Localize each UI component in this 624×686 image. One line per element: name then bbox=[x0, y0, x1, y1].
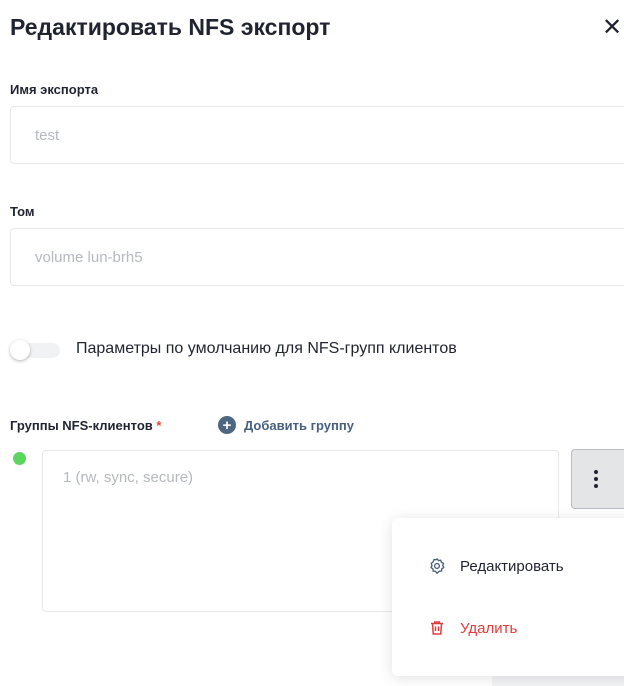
add-group-label: Добавить группу bbox=[244, 417, 354, 433]
menu-item-edit-label: Редактировать bbox=[460, 557, 564, 575]
toggle-knob bbox=[10, 340, 30, 360]
close-icon[interactable]: ✕ bbox=[600, 14, 624, 41]
menu-item-delete[interactable]: Удалить bbox=[428, 616, 517, 640]
volume-label: Том bbox=[10, 204, 35, 219]
export-name-field[interactable]: test bbox=[10, 106, 624, 164]
trash-icon bbox=[431, 621, 443, 635]
group-context-menu bbox=[392, 518, 624, 676]
gear-icon bbox=[430, 557, 445, 575]
kebab-icon bbox=[594, 470, 598, 488]
volume-field[interactable]: volume lun-brh5 bbox=[10, 228, 624, 286]
defaults-toggle-label: Параметры по умолчанию для NFS-групп кли… bbox=[76, 340, 457, 357]
group-status-dot bbox=[13, 452, 26, 465]
client-groups-label: Группы NFS-клиентов * bbox=[10, 418, 161, 433]
group-actions-button[interactable] bbox=[571, 449, 624, 509]
client-groups-label-text: Группы NFS-клиентов bbox=[10, 418, 153, 433]
plus-circle-icon: + bbox=[218, 416, 236, 434]
menu-item-edit[interactable]: Редактировать bbox=[428, 554, 564, 578]
menu-item-delete-label: Удалить bbox=[460, 619, 518, 637]
defaults-toggle[interactable] bbox=[10, 340, 60, 360]
add-group-button[interactable]: + Добавить группу bbox=[218, 414, 354, 436]
required-mark: * bbox=[156, 418, 162, 433]
dialog-title: Редактировать NFS экспорт bbox=[10, 14, 331, 40]
export-name-label: Имя экспорта bbox=[10, 82, 99, 97]
